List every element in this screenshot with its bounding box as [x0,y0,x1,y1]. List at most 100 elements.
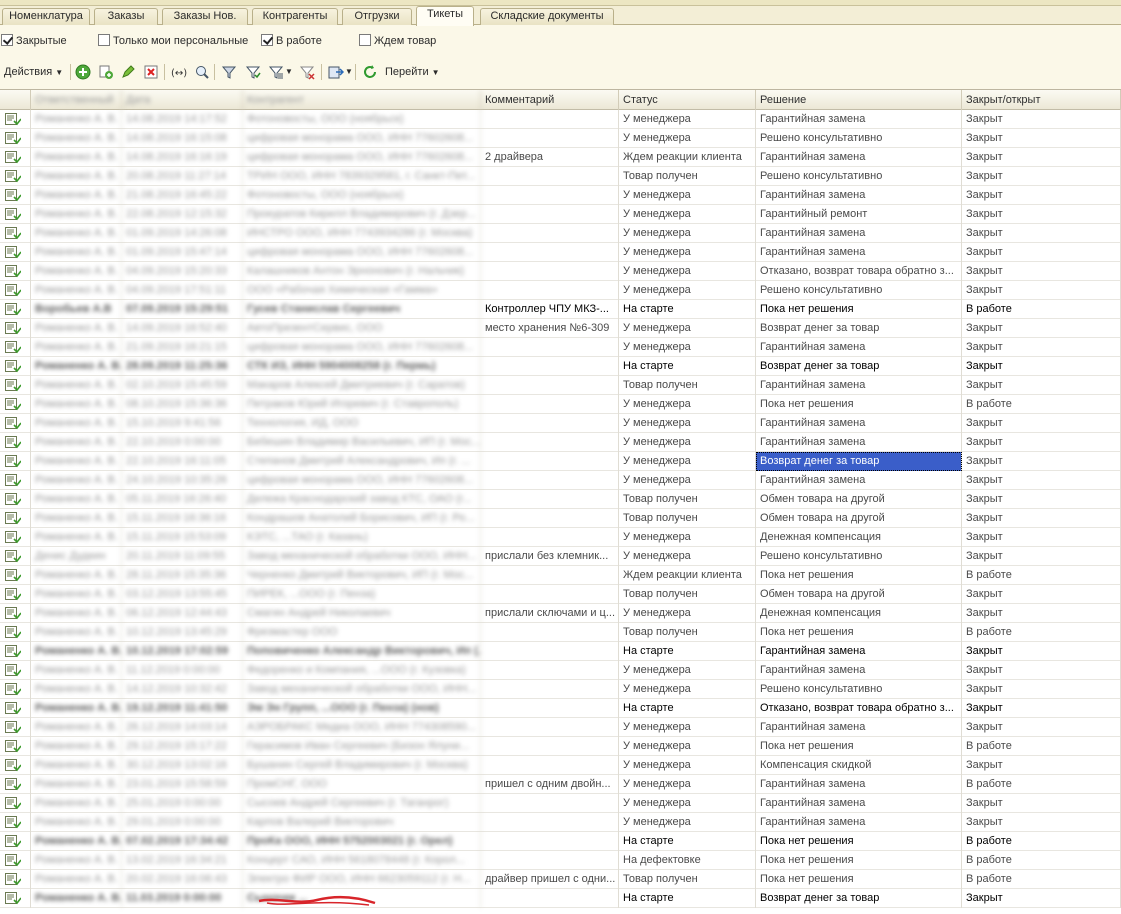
cell-responsible[interactable]: Воробьев А.В [31,300,122,319]
cell-client[interactable]: ТРИН ООО, ИНН 7839329581, г. Санкт-Пет..… [243,167,481,186]
cell-date[interactable]: 30.12.2019 13:02:16 [122,756,243,775]
cell-date[interactable]: 11.03.2019 0:00:00 [122,889,243,908]
cell-state[interactable]: Закрыт [962,509,1121,528]
cell-decision[interactable]: Гарантийная замена [756,148,962,167]
cell-client[interactable]: Фотоновосты, ООО (ноябрьск) [243,110,481,129]
cell-status[interactable]: У менеджера [619,756,756,775]
cell-decision[interactable]: Гарантийная замена [756,186,962,205]
cell-decision[interactable]: Решено консультативно [756,167,962,186]
refresh-icon[interactable] [362,64,378,80]
cell-status[interactable]: На старте [619,832,756,851]
cell-date[interactable]: 14.08.2019 16:15:08 [122,129,243,148]
cell-date[interactable]: 15.10.2019 9:41:56 [122,414,243,433]
cell-state[interactable]: В работе [962,851,1121,870]
checkbox-waiting[interactable] [359,34,371,46]
cell-responsible[interactable]: Романенко А. В. [31,414,122,433]
cell-decision[interactable]: Гарантийная замена [756,661,962,680]
table-row[interactable]: Романенко А. В. 01.09.2019 14:26:08 ИНСТРО… [0,224,1121,243]
cell-decision[interactable]: Гарантийная замена [756,642,962,661]
cell-client[interactable]: Степанов Дмитрий Александрович, Ип (г. .… [243,452,481,471]
cell-client[interactable]: Бебешин Владимир Васильевич, ИП (г. Мос.… [243,433,481,452]
cell-client[interactable]: Сысоев Андрей Сергеевич (г. Таганрог) [243,794,481,813]
cell-responsible[interactable]: Романенко А. В. [31,566,122,585]
cell-decision[interactable]: Денежная компенсация [756,528,962,547]
cell-decision[interactable]: Пока нет решения [756,851,962,870]
cell-responsible[interactable]: Романенко А. В. [31,338,122,357]
cell-state[interactable]: Закрыт [962,528,1121,547]
cell-date[interactable]: 15.11.2019 16:36:16 [122,509,243,528]
cell-date[interactable]: 01.09.2019 14:26:08 [122,224,243,243]
cell-comment[interactable]: 2 драйвера [481,148,619,167]
cell-responsible[interactable]: Романенко А. В. [31,756,122,775]
cell-status[interactable]: У менеджера [619,433,756,452]
cell-comment[interactable] [481,414,619,433]
add-icon[interactable] [75,64,91,80]
cell-responsible[interactable]: Романенко А. В. [31,129,122,148]
cell-responsible[interactable]: Романенко А. В. [31,813,122,832]
filter-clear-icon[interactable] [299,64,315,80]
cell-comment[interactable]: место хранения №6-309 [481,319,619,338]
cell-comment[interactable] [481,813,619,832]
cell-state[interactable]: Закрыт [962,452,1121,471]
cell-client[interactable]: АЭРОБРАКС Медиа ООО, ИНН 774308590... [243,718,481,737]
table-row[interactable]: Романенко А. В. 14.09.2019 16:52:40 АвтоПр… [0,319,1121,338]
cell-responsible[interactable]: Романенко А. В. [31,395,122,414]
cell-responsible[interactable]: Романенко А. В. [31,661,122,680]
cell-responsible[interactable]: Романенко А. В. [31,319,122,338]
cell-date[interactable]: 11.12.2019 0:00:00 [122,661,243,680]
cell-comment[interactable] [481,167,619,186]
table-row[interactable]: Романенко А. В. 14.12.2019 10:32:42 Завод … [0,680,1121,699]
cell-decision[interactable]: Решено консультативно [756,129,962,148]
cell-comment[interactable] [481,642,619,661]
cell-client[interactable]: цифровая монорама ООО, ИНН 77602608... [243,243,481,262]
table-row[interactable]: Романенко А. В. 20.02.2019 16:06:43 Электр… [0,870,1121,889]
edit-icon[interactable] [120,64,136,80]
cell-responsible[interactable]: Романенко А. В. [31,186,122,205]
table-row[interactable]: Романенко А. В. 05.11.2019 16:26:40 Дележа… [0,490,1121,509]
cell-date[interactable]: 01.09.2019 15:47:14 [122,243,243,262]
cell-responsible[interactable]: Романенко А. В. [31,699,122,718]
col-status[interactable]: Статус [619,90,756,110]
cell-status[interactable]: У менеджера [619,813,756,832]
cell-status[interactable]: У менеджера [619,547,756,566]
cell-comment[interactable] [481,471,619,490]
table-row[interactable]: Романенко А. В. 25.01.2019 0:00:00 Сысоев … [0,794,1121,813]
cell-decision[interactable]: Гарантийная замена [756,224,962,243]
cell-responsible[interactable]: Романенко А. В. [31,433,122,452]
cell-comment[interactable] [481,338,619,357]
filter-in-work[interactable]: В работе [261,34,322,48]
cell-date[interactable]: 23.01.2019 15:58:59 [122,775,243,794]
cell-comment[interactable] [481,794,619,813]
cell-responsible[interactable]: Романенко А. В. [31,775,122,794]
cell-decision[interactable]: Решено консультативно [756,281,962,300]
cell-status[interactable]: У менеджера [619,661,756,680]
cell-state[interactable]: Закрыт [962,414,1121,433]
cell-comment[interactable] [481,623,619,642]
cell-decision[interactable]: Возврат денег за товар [756,357,962,376]
cell-status[interactable]: У менеджера [619,718,756,737]
checkbox-personal[interactable] [98,34,110,46]
table-row[interactable]: Романенко А. В. 03.12.2019 13:55:45 ПИРЕК,… [0,585,1121,604]
cell-date[interactable]: 08.10.2019 15:36:36 [122,395,243,414]
cell-decision[interactable]: Пока нет решения [756,300,962,319]
cell-comment[interactable]: драйвер пришел с одни... [481,870,619,889]
cell-decision[interactable]: Гарантийный ремонт [756,205,962,224]
cell-client[interactable]: Калашников Антон Эрнонович (г. Нальчик) [243,262,481,281]
cell-state[interactable]: Закрыт [962,148,1121,167]
table-row[interactable]: Романенко А. В. 15.10.2019 9:41:56 Техноло… [0,414,1121,433]
cell-comment[interactable] [481,452,619,471]
cell-date[interactable]: 14.09.2019 16:52:40 [122,319,243,338]
col-date[interactable]: Дата [122,90,243,110]
chevron-down-icon[interactable]: ▼ [285,63,293,81]
cell-responsible[interactable]: Романенко А. В. [31,623,122,642]
cell-client[interactable]: АвтоПрезентСервис, ООО [243,319,481,338]
cell-status[interactable]: У менеджера [619,338,756,357]
col-decision[interactable]: Решение [756,90,962,110]
cell-decision[interactable]: Решено консультативно [756,680,962,699]
cell-status[interactable]: У менеджера [619,110,756,129]
table-row[interactable]: Воробьев А.В 07.09.2019 15:29:51 Гусев Ста… [0,300,1121,319]
table-row[interactable]: Романенко А. В. 14.08.2019 14:17:52 Фотоно… [0,110,1121,129]
cell-client[interactable]: Фрезмастер ООО [243,623,481,642]
cell-decision[interactable]: Отказано, возврат товара обратно з... [756,262,962,281]
cell-state[interactable]: В работе [962,395,1121,414]
